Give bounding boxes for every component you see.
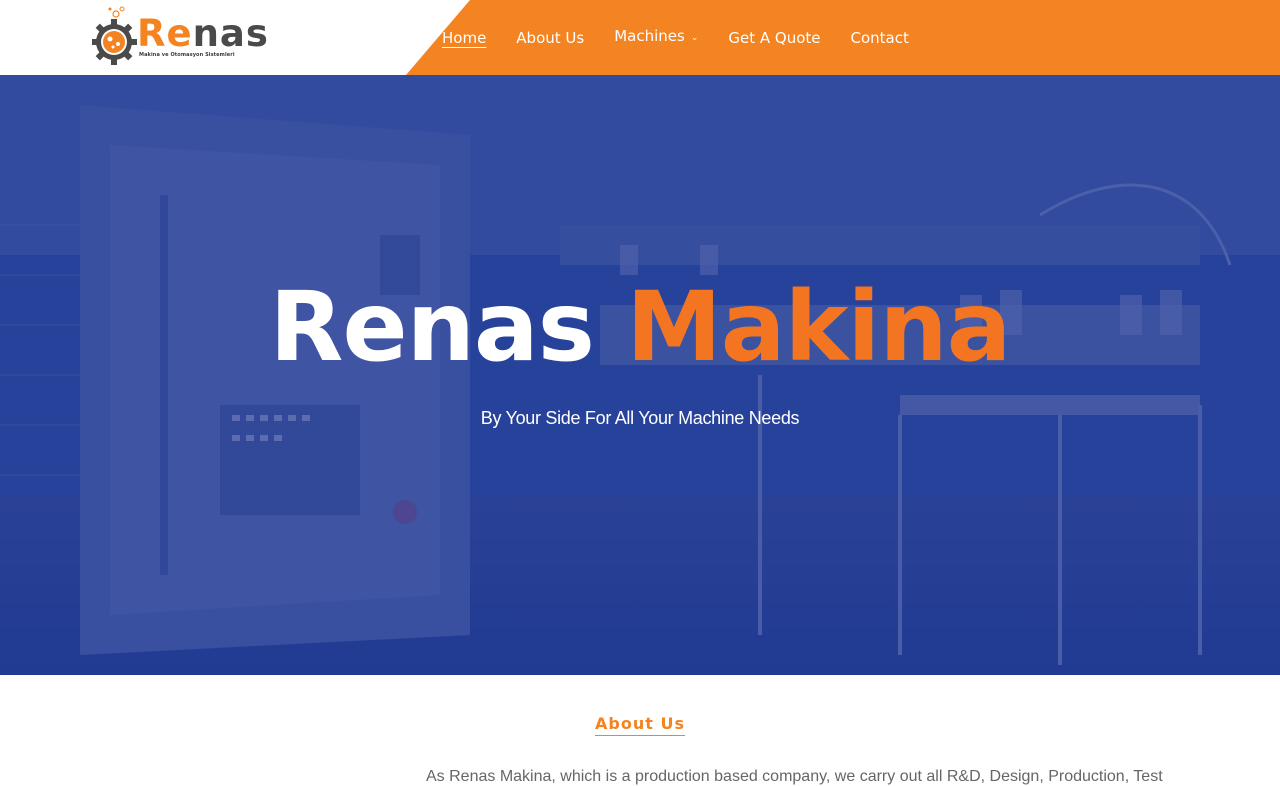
nav-machines-link[interactable]: Machines ⌄ [614,26,698,49]
main-nav: Home About Us Machines ⌄ Get A Quote Cont… [442,0,939,75]
logo[interactable]: Renas Makina ve Otomasyon Sistemleri [92,6,268,66]
hero-section: Renas Makina By Your Side For All Your M… [0,75,1280,675]
logo-wordmark-prefix: Re [137,12,193,55]
nav-machines-label: Machines [614,27,685,45]
about-heading: About Us [0,714,1280,736]
hero-title-accent: Makina [626,271,1011,383]
hero-title-white: Renas [269,271,595,383]
hero-subtitle: By Your Side For All Your Machine Needs [480,408,800,428]
nav-home-link[interactable]: Home [442,28,486,48]
nav-contact-link[interactable]: Contact [851,28,909,48]
logo-wordmark: Renas [137,14,269,54]
site-header: Renas Makina ve Otomasyon Sistemleri Hom… [0,0,1280,75]
hero-title: Renas Makina [0,267,1280,387]
chevron-down-icon: ⌄ [690,33,699,43]
about-text: As Renas Makina, which is a production b… [426,768,1163,785]
logo-tagline: Makina ve Otomasyon Sistemleri [139,52,235,58]
logo-wordmark-suffix: nas [192,12,269,55]
about-heading-text: About Us [595,714,685,736]
nav-about-link[interactable]: About Us [516,28,584,48]
nav-quote-link[interactable]: Get A Quote [728,28,820,48]
gear-flask-icon [92,6,137,65]
